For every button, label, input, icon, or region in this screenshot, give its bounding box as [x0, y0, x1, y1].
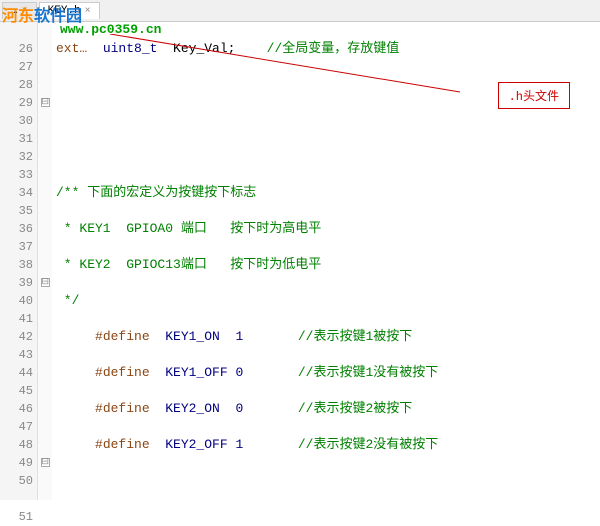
line-number: 45 — [0, 382, 33, 400]
line-number: 51 — [0, 508, 33, 526]
line-number: 32 — [0, 148, 33, 166]
line-number: 37 — [0, 238, 33, 256]
line-number — [0, 22, 33, 40]
line-number: 34 — [0, 184, 33, 202]
line-number — [0, 490, 33, 508]
line-number: 50 — [0, 472, 33, 490]
line-number: 29 — [0, 94, 33, 112]
line-number: 35 — [0, 202, 33, 220]
line-number: 43 — [0, 346, 33, 364]
line-number: 44 — [0, 364, 33, 382]
tab-file-1[interactable]: … × — [2, 2, 37, 19]
line-number: 39 — [0, 274, 33, 292]
close-icon[interactable]: × — [85, 6, 91, 17]
line-number: 30 — [0, 112, 33, 130]
line-number: 28 — [0, 76, 33, 94]
editor-area: .h头文件 26 27 28 29 30 31 32 33 34 35 36 3… — [0, 22, 600, 500]
tab-bar: … × KEY.h × — [0, 0, 600, 22]
line-number: 36 — [0, 220, 33, 238]
line-number: 27 — [0, 58, 33, 76]
tab-file-key-h[interactable]: KEY.h × — [39, 2, 100, 19]
line-number: 49 — [0, 454, 33, 472]
line-number: 38 — [0, 256, 33, 274]
fold-toggle[interactable]: ⊟ — [41, 278, 50, 287]
tab-label: … — [11, 5, 18, 17]
line-number: 42 — [0, 328, 33, 346]
close-icon[interactable]: × — [22, 6, 28, 17]
callout-header-file: .h头文件 — [498, 82, 570, 109]
line-number-gutter: 26 27 28 29 30 31 32 33 34 35 36 37 38 3… — [0, 22, 38, 500]
line-number: 31 — [0, 130, 33, 148]
tab-label: KEY.h — [48, 5, 81, 17]
line-number: 40 — [0, 292, 33, 310]
fold-gutter: ⊟ ⊟ ⊟ — [38, 22, 52, 500]
line-number: 47 — [0, 418, 33, 436]
line-number: 41 — [0, 310, 33, 328]
fold-toggle[interactable]: ⊟ — [41, 458, 50, 467]
line-number: 46 — [0, 400, 33, 418]
line-number: 26 — [0, 40, 33, 58]
fold-toggle[interactable]: ⊟ — [41, 98, 50, 107]
line-number: 33 — [0, 166, 33, 184]
line-number: 48 — [0, 436, 33, 454]
